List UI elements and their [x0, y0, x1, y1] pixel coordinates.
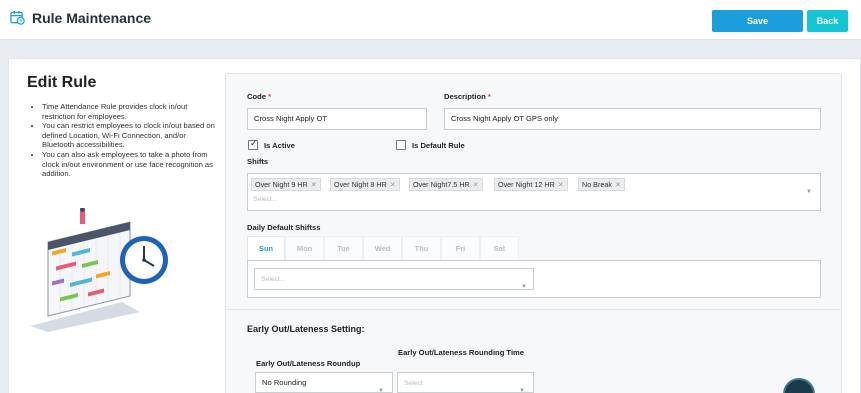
is-active-checkbox[interactable]: ✓: [248, 138, 258, 150]
calendar-clock-illustration: [30, 208, 168, 332]
daily-shift-select[interactable]: Select... ▼: [254, 268, 534, 290]
back-button[interactable]: Back: [807, 10, 848, 32]
roundup-value: No Rounding: [262, 378, 307, 387]
tab-thu[interactable]: Thu: [402, 236, 441, 260]
divider: [226, 309, 841, 310]
shifts-multiselect[interactable]: Over Night 9 HR ✕ Over Night 8 HR ✕ Over N…: [247, 173, 821, 211]
tab-mon[interactable]: Mon: [285, 236, 324, 260]
description-label-text: Description: [444, 92, 486, 101]
tab-wed[interactable]: Wed: [363, 236, 402, 260]
roundup-select[interactable]: No Rounding ▼: [255, 372, 393, 393]
rounding-time-label: Early Out/Lateness Rounding Time: [398, 348, 525, 357]
daily-shift-panel: Select... ▼: [247, 260, 821, 298]
chevron-down-icon[interactable]: ▼: [521, 277, 527, 297]
shift-tag: Over Night 8 HR ✕: [330, 178, 400, 191]
roundup-label: Early Out/Lateness Roundup: [256, 359, 361, 368]
code-input[interactable]: Cross Night Apply OT: [247, 108, 427, 130]
close-icon[interactable]: ✕: [390, 182, 396, 189]
shift-tag: Over Night 12 HR ✕: [494, 178, 568, 191]
shift-tag-label: Over Night7.5 HR: [413, 180, 470, 189]
shifts-placeholder: Select...: [253, 196, 278, 203]
chevron-down-icon[interactable]: ▼: [378, 381, 384, 393]
close-icon[interactable]: ✕: [558, 182, 564, 189]
rounding-time-select[interactable]: Select ▼: [397, 372, 534, 393]
top-bar: Rule Maintenance Save Back: [0, 0, 861, 40]
shift-tag-label: Over Night 12 HR: [498, 180, 555, 189]
shifts-label: Shifts: [247, 157, 269, 166]
daily-default-shifts-label: Daily Default Shiftss: [247, 223, 321, 232]
chevron-down-icon[interactable]: ▼: [519, 381, 525, 393]
shift-tag: No Break ✕: [578, 178, 625, 191]
rounding-time-placeholder: Select: [404, 380, 423, 387]
description-input[interactable]: Cross Night Apply OT GPS only: [444, 108, 821, 130]
shift-tag-label: Over Night 8 HR: [334, 180, 387, 189]
info-item: You can restrict employees to clock in/o…: [42, 121, 219, 150]
daily-shift-placeholder: Select...: [261, 276, 286, 283]
required-mark: *: [268, 92, 272, 101]
code-label: Code *: [247, 92, 271, 101]
info-item: You can also ask employees to take a pho…: [42, 150, 219, 179]
close-icon[interactable]: ✕: [311, 182, 317, 189]
shift-tag-label: Over Night 9 HR: [255, 180, 308, 189]
check-icon: ✓: [250, 138, 258, 148]
is-default-rule-checkbox[interactable]: [396, 140, 406, 150]
shift-tag: Over Night7.5 HR ✕: [409, 178, 483, 191]
early-out-section-title: Early Out/Lateness Setting:: [247, 324, 365, 334]
description-label: Description *: [444, 92, 491, 101]
tab-sat[interactable]: Sat: [480, 236, 519, 260]
tab-fri[interactable]: Fri: [441, 236, 480, 260]
code-label-text: Code: [247, 92, 266, 101]
calendar-icon: [10, 10, 25, 25]
page-title: Rule Maintenance: [32, 10, 152, 26]
is-default-rule-label: Is Default Rule: [412, 141, 465, 150]
tab-sun[interactable]: Sun: [247, 236, 285, 260]
chevron-down-icon[interactable]: ▼: [806, 189, 812, 195]
close-icon[interactable]: ✕: [473, 182, 479, 189]
save-button[interactable]: Save: [712, 10, 803, 32]
close-icon[interactable]: ✕: [615, 182, 621, 189]
shift-tag: Over Night 9 HR ✕: [251, 178, 321, 191]
required-mark: *: [487, 92, 491, 101]
shift-tag-label: No Break: [582, 180, 612, 189]
info-list: Time Attendance Rule provides clock in/o…: [34, 102, 219, 179]
info-item: Time Attendance Rule provides clock in/o…: [42, 102, 219, 121]
is-active-label: Is Active: [264, 141, 295, 150]
section-title-edit-rule: Edit Rule: [27, 74, 97, 91]
tab-tue[interactable]: Tue: [324, 236, 363, 260]
